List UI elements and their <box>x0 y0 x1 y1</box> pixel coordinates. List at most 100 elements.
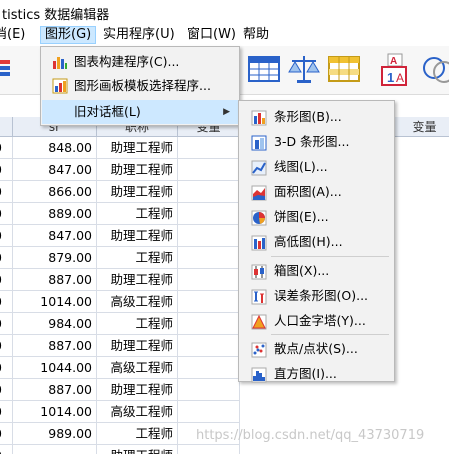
title-cell[interactable]: 工程师 <box>97 423 178 445</box>
row-index-cell[interactable]: 00 <box>0 335 13 357</box>
menu-edit[interactable]: 消(E) <box>0 26 29 44</box>
pyramid-icon <box>251 313 267 330</box>
menu-window[interactable]: 窗口(W) <box>183 26 240 44</box>
empty-cell[interactable] <box>178 159 240 181</box>
menu-utilities[interactable]: 实用程序(U) <box>99 26 179 44</box>
title-cell[interactable]: 高级工程师 <box>97 401 178 423</box>
menu-area-chart[interactable]: 面积图(A)... <box>240 179 393 204</box>
variable-icon[interactable] <box>0 52 12 86</box>
menu-separator <box>271 334 389 335</box>
menu-scatter[interactable]: 散点/点状(S)... <box>240 336 393 361</box>
menu-boxplot[interactable]: 箱图(X)... <box>240 258 393 283</box>
row-index-cell[interactable]: 00 <box>0 445 13 454</box>
empty-cell[interactable] <box>178 225 240 247</box>
empty-cell[interactable] <box>178 181 240 203</box>
scale-icon[interactable] <box>287 52 321 86</box>
title-cell[interactable]: 工程师 <box>97 203 178 225</box>
title-cell[interactable]: 助理工程师 <box>97 137 178 159</box>
title-cell[interactable]: 助理工程师 <box>97 335 178 357</box>
title-bar: tistics 数据编辑器 <box>0 0 449 24</box>
menu-error-bar[interactable]: 误差条形图(O)... <box>240 283 393 308</box>
title-cell[interactable]: 高级工程师 <box>97 357 178 379</box>
sets-icon[interactable] <box>420 52 449 86</box>
watermark: https://blog.csdn.net/qq_43730719 <box>196 428 425 443</box>
sr-cell[interactable]: 1044.00 <box>13 357 97 379</box>
menu-legacy-dialogs[interactable]: 旧对话框(L) ▶ <box>42 100 238 124</box>
row-index-cell[interactable]: 00 <box>0 137 13 159</box>
high-low-chart-icon <box>251 234 267 251</box>
title-cell[interactable]: 助理工程师 <box>97 445 178 454</box>
sr-cell[interactable]: 1014.00 <box>13 401 97 423</box>
row-index-cell[interactable]: 00 <box>0 269 13 291</box>
area-chart-icon <box>251 184 267 201</box>
sr-cell[interactable]: 1014.00 <box>13 291 97 313</box>
title-cell[interactable]: 工程师 <box>97 313 178 335</box>
title-cell[interactable]: 助理工程师 <box>97 379 178 401</box>
error-bar-icon <box>251 288 267 305</box>
pie-chart-icon <box>251 209 267 226</box>
menu-graphs[interactable]: 图形(G) <box>40 26 97 44</box>
menu-line-chart[interactable]: 线图(L)... <box>240 154 393 179</box>
row-index-cell[interactable]: 00 <box>0 225 13 247</box>
empty-cell[interactable] <box>178 401 240 423</box>
row-index-cell[interactable]: 00 <box>0 379 13 401</box>
row-index-cell[interactable]: 00 <box>0 423 13 445</box>
column-header-var-2[interactable]: 变量 <box>395 117 449 137</box>
svg-text:1: 1 <box>387 70 394 85</box>
sr-cell[interactable]: 848.00 <box>13 137 97 159</box>
title-cell[interactable]: 工程师 <box>97 247 178 269</box>
sr-cell[interactable]: 984.00 <box>13 313 97 335</box>
menu-pie-chart[interactable]: 饼图(E)... <box>240 204 393 229</box>
empty-cell[interactable] <box>178 357 240 379</box>
menu-population-pyramid[interactable]: 人口金字塔(Y)... <box>240 308 393 333</box>
row-index-cell[interactable]: 00 <box>0 181 13 203</box>
sr-cell[interactable]: 887.00 <box>13 379 97 401</box>
table-row[interactable]: 001014.00高级工程师 <box>0 401 449 423</box>
row-index-cell[interactable]: 00 <box>0 401 13 423</box>
title-cell[interactable]: 助理工程师 <box>97 225 178 247</box>
menu-high-low-chart[interactable]: 高低图(H)... <box>240 229 393 254</box>
svg-text:A: A <box>396 71 404 85</box>
empty-cell[interactable] <box>178 203 240 225</box>
sr-cell[interactable]: 866.00 <box>13 181 97 203</box>
menu-chart-builder[interactable]: 图表构建程序(C)... <box>42 50 238 74</box>
menu-3d-bar-chart[interactable]: 3-D 条形图... <box>240 129 393 154</box>
empty-cell[interactable] <box>178 137 240 159</box>
sr-cell[interactable]: 889.00 <box>13 203 97 225</box>
empty-cell[interactable] <box>178 313 240 335</box>
empty-cell[interactable] <box>178 445 240 454</box>
sr-cell[interactable]: 887.00 <box>13 335 97 357</box>
menu-graphboard[interactable]: 图形画板模板选择程序... <box>42 74 238 98</box>
empty-cell[interactable] <box>178 291 240 313</box>
title-cell[interactable]: 助理工程师 <box>97 159 178 181</box>
sr-cell[interactable]: 847.00 <box>13 225 97 247</box>
empty-cell[interactable] <box>178 247 240 269</box>
row-index-cell[interactable]: 00 <box>0 247 13 269</box>
sr-cell[interactable]: 989.00 <box>13 423 97 445</box>
menu-help[interactable]: 帮助 <box>239 26 273 44</box>
sr-cell[interactable]: 847.00 <box>13 159 97 181</box>
menu-histogram[interactable]: 直方图(I)... <box>240 361 393 386</box>
empty-cell[interactable] <box>178 269 240 291</box>
row-index-cell[interactable]: 00 <box>0 313 13 335</box>
menu-bar-chart[interactable]: 条形图(B)... <box>240 104 393 129</box>
table-icon[interactable] <box>247 52 281 86</box>
row-index-cell[interactable]: 00 <box>0 159 13 181</box>
sr-cell[interactable] <box>13 445 97 454</box>
table-row[interactable]: 00 助理工程师 <box>0 445 449 454</box>
legacy-dialogs-menu: 条形图(B)... 3-D 条形图... 线图(L)... 面积图(A)... … <box>238 100 395 383</box>
menu-bar: 消(E) 图形(G) 实用程序(U) 窗口(W) 帮助 <box>0 24 449 46</box>
split-file-icon[interactable] <box>327 52 361 86</box>
sr-cell[interactable]: 887.00 <box>13 269 97 291</box>
empty-cell[interactable] <box>178 379 240 401</box>
sr-cell[interactable]: 879.00 <box>13 247 97 269</box>
row-index-cell[interactable]: 00 <box>0 203 13 225</box>
scatter-icon <box>251 341 267 358</box>
title-cell[interactable]: 高级工程师 <box>97 291 178 313</box>
empty-cell[interactable] <box>178 335 240 357</box>
title-cell[interactable]: 助理工程师 <box>97 269 178 291</box>
value-labels-icon[interactable]: A1A <box>378 52 418 86</box>
title-cell[interactable]: 助理工程师 <box>97 181 178 203</box>
row-index-cell[interactable]: 00 <box>0 291 13 313</box>
row-index-cell[interactable]: 00 <box>0 357 13 379</box>
